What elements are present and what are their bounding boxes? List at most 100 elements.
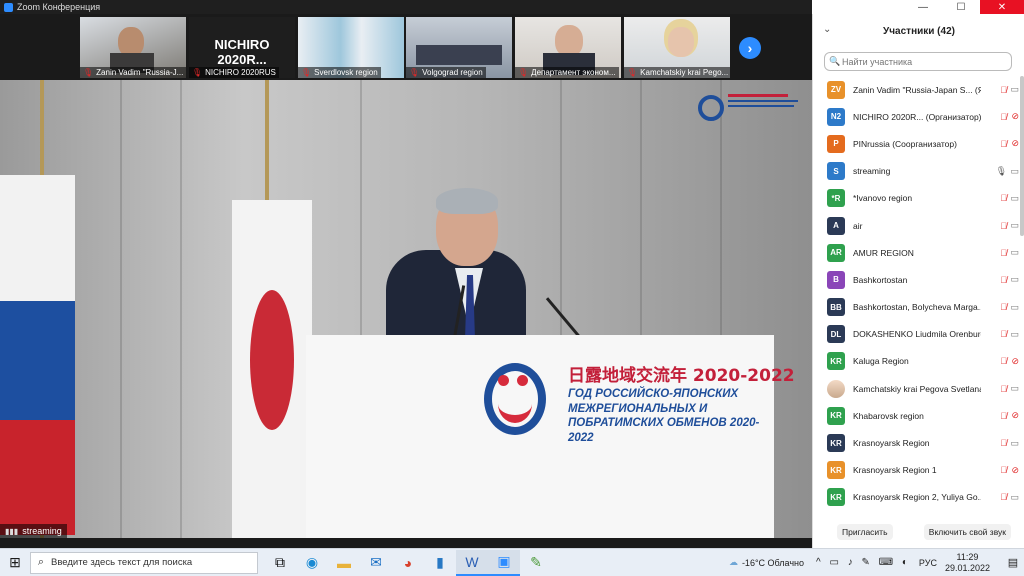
camera-off-icon[interactable]: ⊘ — [1011, 410, 1019, 421]
files-icon[interactable]: ▮ — [424, 550, 456, 576]
avatar: KR — [827, 406, 845, 425]
mic-muted-icon[interactable]: 🎙̸ — [1000, 356, 1007, 366]
camera-icon[interactable]: ▭ — [1010, 220, 1019, 231]
participant-name: PINrussia (Соорганизатор) — [853, 138, 957, 149]
weather-text[interactable]: -16°C Облачно — [742, 558, 804, 568]
tile-big-name: NICHIRO 2020R... — [214, 37, 270, 67]
camera-off-icon[interactable]: ⊘ — [1011, 138, 1019, 149]
participant-row[interactable]: KR Krasnoyarsk Region 🎙̸ ▭ — [813, 429, 1019, 456]
windows-start-icon[interactable]: ⊞ — [0, 554, 30, 571]
word-icon[interactable]: W — [456, 549, 488, 576]
flag-sun — [250, 290, 294, 430]
mic-muted-icon[interactable]: 🎙̸ — [1000, 275, 1007, 285]
mic-muted-icon[interactable]: 🎙̸ — [1000, 492, 1007, 502]
mic-muted-icon[interactable]: 🎙̸ — [1000, 248, 1007, 258]
participant-row[interactable]: KR Khabarovsk region 🎙̸ ⊘ — [813, 402, 1019, 429]
mic-muted-icon[interactable]: 🎙̸ — [1000, 384, 1007, 394]
taskbar: ⊞ ⌕ Введите здесь текст для поиска ⧉ ◉ ▬… — [0, 548, 1024, 576]
video-tile[interactable]: 🎙 Volgograd region — [406, 17, 512, 78]
tile-name: Департамент эконом... — [531, 68, 616, 77]
camera-off-icon[interactable]: ⊘ — [1011, 356, 1019, 367]
invite-button[interactable]: Пригласить — [837, 524, 893, 540]
tray-icons[interactable]: ^ ▭ ♪ ✎ ⌨ ◐ — [816, 557, 911, 568]
system-tray: ☁ -16°C Облачно ^ ▭ ♪ ✎ ⌨ ◐ РУС 11:29 29… — [729, 549, 1024, 576]
mic-muted-icon[interactable]: 🎙̸ — [1000, 302, 1007, 312]
camera-icon[interactable]: ▭ — [1010, 247, 1019, 258]
avatar: A — [827, 216, 845, 235]
mic-muted-icon[interactable]: 🎙̸ — [1000, 112, 1007, 122]
video-tile[interactable]: 🎙 Kamchatskiy krai Pego... — [624, 17, 730, 78]
participant-row[interactable]: BB Bashkortostan, Bolycheva Marga... 🎙̸ ▭ — [813, 294, 1019, 321]
participant-row[interactable]: KR Krasnoyarsk Region 1 🎙̸ ⊘ — [813, 457, 1019, 484]
zoom-icon[interactable]: ▣ — [488, 549, 520, 576]
taskbar-search[interactable]: ⌕ Введите здесь текст для поиска — [30, 551, 258, 574]
paint-icon[interactable]: ✎ — [520, 550, 552, 576]
participant-name: AMUR REGION — [853, 247, 914, 258]
camera-off-icon[interactable]: ⊘ — [1011, 465, 1019, 476]
mic-icon[interactable]: 🎙 — [996, 166, 1007, 177]
participant-row[interactable]: DL DOKASHENKO Liudmila Orenburg 🎙̸ ▭ — [813, 321, 1019, 348]
participant-row[interactable]: N2 NICHIRO 2020R... (Организатор) 🎙̸ ⊘ — [813, 103, 1019, 130]
video-tile[interactable]: NICHIRO 2020R... 🎙 NICHIRO 2020RUS — [189, 17, 295, 78]
mic-muted-icon[interactable]: 🎙̸ — [1000, 85, 1007, 95]
mic-muted-icon[interactable]: 🎙̸ — [1000, 465, 1007, 475]
meeting-table — [416, 45, 502, 65]
camera-off-icon[interactable]: ⊘ — [1011, 111, 1019, 122]
mic-muted-icon[interactable]: 🎙̸ — [1000, 221, 1007, 231]
participant-row[interactable]: KR Kaluga Region 🎙̸ ⊘ — [813, 348, 1019, 375]
participant-name: streaming — [853, 166, 891, 177]
mic-muted-icon: 🎙 — [192, 68, 203, 77]
participant-row[interactable]: KR Krasnoyarsk Region 2, Yuliya Go... 🎙̸ ▭ — [813, 484, 1019, 511]
mic-muted-icon[interactable]: 🎙̸ — [1000, 411, 1007, 421]
participant-row[interactable]: Kamchatskiy krai Pegova Svetlana 🎙̸ ▭ — [813, 375, 1019, 402]
unmute-button[interactable]: Включить свой звук — [923, 524, 1011, 540]
chrome-icon[interactable]: ◕ — [392, 550, 424, 576]
explorer-icon[interactable]: ▬ — [328, 550, 360, 576]
camera-icon[interactable]: ▭ — [1010, 492, 1019, 503]
participant-row[interactable]: Sstreaming 🎙 ▭ — [813, 158, 1019, 185]
camera-icon[interactable]: ▭ — [1010, 274, 1019, 285]
notifications-icon[interactable]: ▤ — [1002, 556, 1024, 569]
tile-label: 🎙 Zanin Vadim "Russia-J... — [80, 67, 186, 78]
video-tile[interactable]: 🎙 Zanin Vadim "Russia-J... — [80, 17, 186, 78]
task-view-icon[interactable]: ⧉ — [264, 550, 296, 576]
participant-row[interactable]: B Bashkortostan 🎙̸ ▭ — [813, 266, 1019, 293]
avatar: *R — [827, 189, 845, 208]
camera-icon[interactable]: ▭ — [1010, 84, 1019, 95]
camera-icon[interactable]: ▭ — [1010, 329, 1019, 340]
participant-name: DOKASHENKO Liudmila Orenburg — [853, 329, 981, 340]
mic-muted-icon[interactable]: 🎙̸ — [1000, 438, 1007, 448]
participant-row[interactable]: ZV Zanin Vadim "Russia-Japan S... (Я) 🎙̸ ▭ — [813, 76, 1019, 103]
mail-icon[interactable]: ✉ — [360, 550, 392, 576]
participant-row[interactable]: AR AMUR REGION 🎙̸ ▭ — [813, 239, 1019, 266]
mic-muted-icon[interactable]: 🎙̸ — [1000, 329, 1007, 339]
minimize-button[interactable]: — — [904, 0, 942, 14]
mic-muted-icon[interactable]: 🎙̸ — [1000, 139, 1007, 149]
panel-footer: Пригласить Включить свой звук — [813, 516, 1024, 548]
participant-name: Zanin Vadim "Russia-Japan S... (Я) — [853, 84, 981, 95]
camera-icon[interactable]: ▭ — [1010, 383, 1019, 394]
participant-scrollbar[interactable] — [1020, 76, 1024, 236]
camera-icon[interactable]: ▭ — [1010, 193, 1019, 204]
search-input[interactable] — [842, 56, 1002, 67]
camera-icon[interactable]: ▭ — [1010, 302, 1019, 313]
camera-icon[interactable]: ▭ — [1010, 166, 1019, 177]
language-indicator[interactable]: РУС — [919, 558, 937, 568]
collapse-chevron-icon[interactable]: ⌄ — [823, 24, 831, 35]
participant-row[interactable]: P PINrussia (Соорганизатор) 🎙̸ ⊘ — [813, 130, 1019, 157]
russian-flag — [0, 175, 75, 535]
avatar: KR — [827, 434, 845, 453]
participant-search[interactable]: 🔍 — [824, 52, 1012, 71]
mic-muted-icon[interactable]: 🎙̸ — [1000, 193, 1007, 203]
participant-name: Khabarovsk region — [853, 410, 924, 421]
camera-icon[interactable]: ▭ — [1010, 438, 1019, 449]
maximize-button[interactable]: ☐ — [942, 0, 980, 14]
video-tile[interactable]: 🎙 Департамент эконом... — [515, 17, 621, 78]
participant-row[interactable]: *R *Ivanovo region 🎙̸ ▭ — [813, 185, 1019, 212]
clock[interactable]: 11:29 29.01.2022 — [945, 552, 990, 574]
video-tile[interactable]: 🎙 Sverdlovsk region — [298, 17, 404, 78]
edge-icon[interactable]: ◉ — [296, 550, 328, 576]
participant-row[interactable]: Aair 🎙̸ ▭ — [813, 212, 1019, 239]
close-button[interactable]: ✕ — [980, 0, 1024, 14]
next-page-button[interactable]: › — [739, 37, 761, 59]
